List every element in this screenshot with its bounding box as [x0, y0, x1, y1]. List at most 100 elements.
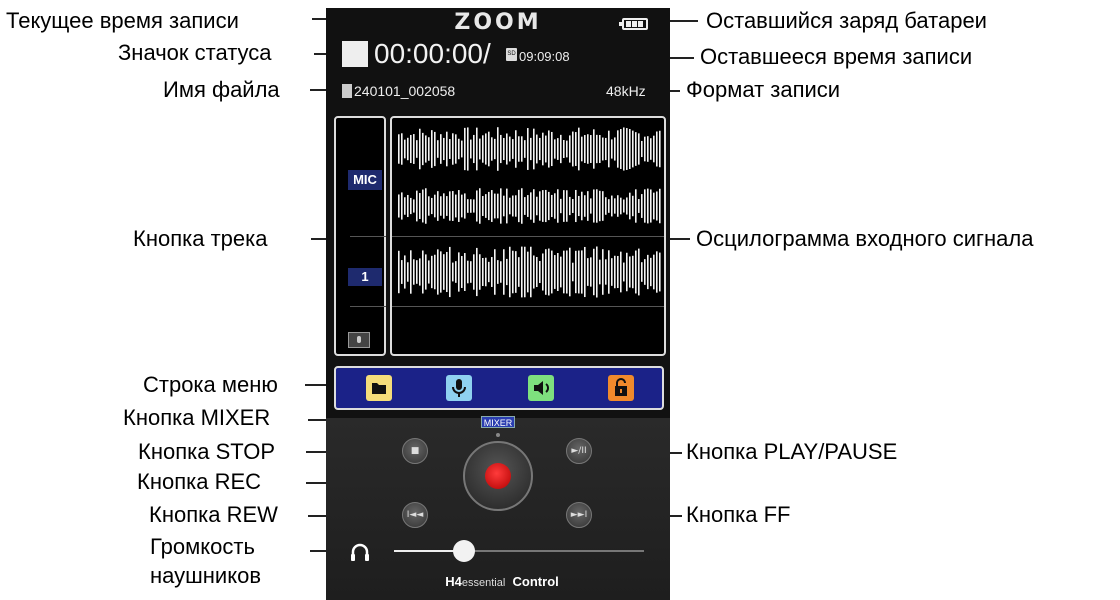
- waveform-bar: [428, 196, 430, 216]
- waveform-bar: [437, 249, 439, 295]
- waveform-bar: [647, 136, 649, 162]
- waveform-bar: [464, 127, 466, 171]
- footer-essential: essential: [461, 577, 506, 589]
- speaker-button[interactable]: [528, 375, 554, 401]
- waveform-bar: [422, 132, 424, 166]
- mic-button[interactable]: [446, 375, 472, 401]
- track-button-1[interactable]: 1: [348, 268, 382, 286]
- waveform-bar: [623, 127, 625, 171]
- waveform-bar: [434, 131, 436, 167]
- waveform-bar: [500, 134, 502, 164]
- input-waveform: [390, 116, 666, 356]
- waveform-bar: [611, 258, 613, 286]
- waveform-bar: [539, 260, 541, 284]
- lock-button[interactable]: [608, 375, 634, 401]
- waveform-bar: [641, 262, 643, 282]
- waveform-bar: [437, 140, 439, 158]
- folder-button[interactable]: [366, 375, 392, 401]
- waveform-bar: [554, 255, 556, 289]
- waveform-bar: [518, 136, 520, 162]
- waveform-bar: [614, 137, 616, 161]
- fast-forward-icon: ►►I: [570, 510, 588, 520]
- waveform-bar: [605, 259, 607, 285]
- waveform-bar: [659, 130, 661, 168]
- waveform-bar: [626, 252, 628, 292]
- waveform-bar: [569, 135, 571, 163]
- waveform-bar: [473, 254, 475, 290]
- headphone-volume-knob[interactable]: [453, 540, 475, 562]
- label-waveform: Осцилограмма входного сигнала: [696, 226, 1034, 251]
- waveform-row-1: [398, 127, 661, 171]
- waveform-bar: [482, 196, 484, 216]
- time-separator: /: [483, 38, 491, 69]
- waveform-bar: [656, 191, 658, 221]
- waveform-bar: [419, 128, 421, 170]
- track-button-mic[interactable]: MIC: [348, 170, 382, 190]
- footer-brand: H4: [445, 574, 462, 589]
- waveform-bar: [449, 139, 451, 159]
- waveform-bar: [542, 253, 544, 291]
- waveform-bar: [584, 195, 586, 217]
- label-file-name: Имя файла: [163, 77, 280, 102]
- label-ff-button: Кнопка FF: [686, 502, 791, 527]
- waveform-bar: [401, 192, 403, 220]
- waveform-bar: [467, 127, 469, 171]
- waveform-bar: [563, 140, 565, 158]
- play-pause-button[interactable]: ►/II: [566, 438, 592, 464]
- waveform-bar: [599, 259, 601, 285]
- waveform-bar: [569, 196, 571, 216]
- waveform-bar: [626, 128, 628, 170]
- waveform-bar: [593, 248, 595, 296]
- waveform-bar: [464, 253, 466, 291]
- rec-button[interactable]: [463, 441, 533, 511]
- waveform-bar: [473, 134, 475, 164]
- waveform-bar: [581, 250, 583, 294]
- waveform-bar: [572, 262, 574, 282]
- headphone-volume-track[interactable]: [394, 550, 644, 552]
- waveform-bar: [482, 258, 484, 286]
- app-screen: ZOOM 00:00:00/ SD 09:09:08 240101_002058…: [326, 8, 670, 600]
- waveform-bar: [605, 197, 607, 215]
- waveform-bar: [431, 197, 433, 215]
- waveform-bar: [644, 136, 646, 162]
- waveform-bar: [416, 190, 418, 222]
- waveform-bar: [434, 194, 436, 218]
- waveform-bar: [548, 130, 550, 168]
- waveform-bar: [548, 248, 550, 296]
- ff-button[interactable]: ►►I: [566, 502, 592, 528]
- waveform-bar: [644, 259, 646, 285]
- waveform-bar: [491, 137, 493, 161]
- label-play-pause-button: Кнопка PLAY/PAUSE: [686, 439, 898, 464]
- waveform-bar: [440, 196, 442, 216]
- current-time-value: 00:00:00: [374, 38, 483, 69]
- waveform-bar: [650, 189, 652, 223]
- waveform-bar: [578, 195, 580, 217]
- waveform-bar: [614, 255, 616, 289]
- waveform-bar: [500, 188, 502, 224]
- current-record-time: 00:00:00/: [374, 38, 491, 70]
- waveform-bar: [506, 188, 508, 224]
- waveform-bar: [524, 246, 526, 298]
- stop-button[interactable]: ■: [402, 438, 428, 464]
- waveform-bar: [488, 131, 490, 167]
- waveform-bar: [446, 251, 448, 293]
- waveform-bar: [545, 249, 547, 295]
- waveform-bar: [581, 136, 583, 162]
- rewind-icon: I◄◄: [406, 510, 424, 520]
- waveform-bar: [482, 135, 484, 163]
- track-button-input[interactable]: [348, 332, 370, 348]
- waveform-bar: [443, 254, 445, 290]
- waveform-bar: [578, 250, 580, 294]
- rew-button[interactable]: I◄◄: [402, 502, 428, 528]
- mixer-button[interactable]: MIXER: [481, 416, 515, 428]
- waveform-bar: [569, 247, 571, 297]
- waveform-bar: [470, 199, 472, 213]
- waveform-bar: [608, 250, 610, 294]
- waveform-bar: [590, 257, 592, 287]
- waveform-bar: [476, 190, 478, 222]
- waveform-bar: [494, 193, 496, 219]
- waveform-bar: [584, 246, 586, 298]
- waveform-bar: [599, 135, 601, 163]
- waveform-bar: [659, 188, 661, 224]
- waveform-bar: [413, 259, 415, 285]
